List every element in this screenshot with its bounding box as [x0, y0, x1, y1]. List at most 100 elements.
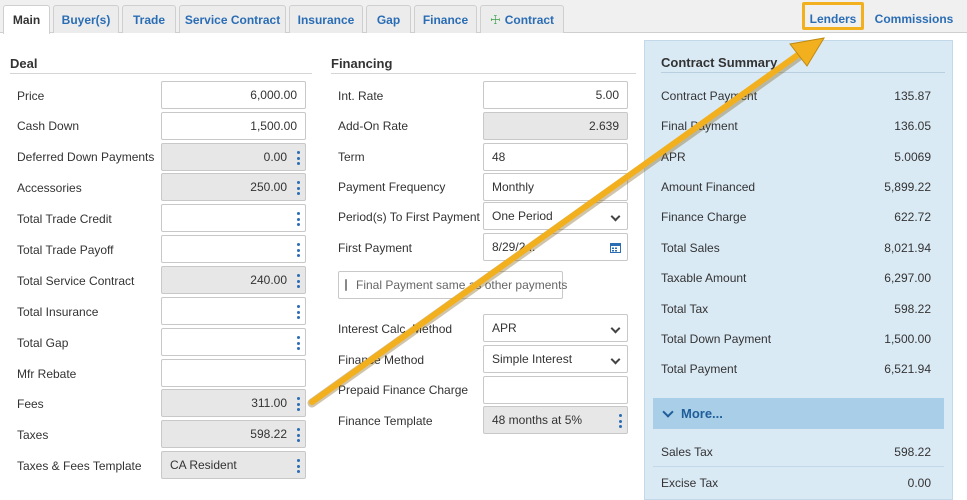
interest-calc-method-select[interactable]: APR	[483, 314, 628, 342]
excise-tax-value: 0.00	[907, 476, 931, 490]
more-options-icon[interactable]	[618, 414, 622, 428]
mfr-rebate-input[interactable]	[161, 359, 306, 387]
handshake-icon: ☩	[489, 12, 501, 27]
apr-value: 5.0069	[894, 150, 931, 164]
tab-service-contract[interactable]: Service Contract	[179, 5, 286, 33]
accessories-field[interactable]: 250.00	[161, 173, 306, 201]
sales-tax-label: Sales Tax	[661, 445, 713, 459]
tab-insurance-label: Insurance	[297, 12, 355, 27]
total-trade-credit-field[interactable]	[161, 204, 306, 232]
term-value: 48	[492, 150, 506, 164]
cash-down-input[interactable]: 1,500.00	[161, 112, 306, 140]
periods-to-first-payment-select[interactable]: One Period	[483, 202, 628, 230]
total-tax-label: Total Tax	[661, 302, 709, 316]
contract-payment-value: 135.87	[894, 89, 931, 103]
more-options-icon[interactable]	[296, 428, 300, 442]
taxes-value: 598.22	[250, 427, 287, 441]
calendar-icon[interactable]	[610, 242, 621, 253]
more-options-icon[interactable]	[296, 243, 300, 257]
add-on-rate-value: 2.639	[588, 119, 619, 133]
tab-commissions-label: Commissions	[874, 12, 954, 26]
contract-summary-title: Contract Summary	[661, 55, 945, 73]
total-sales-label: Total Sales	[661, 241, 720, 255]
finance-charge-label: Finance Charge	[661, 210, 747, 224]
chevron-down-icon	[662, 405, 674, 418]
finance-charge-value: 622.72	[894, 210, 931, 224]
final-payment-value: 136.05	[894, 119, 931, 133]
add-on-rate-label: Add-On Rate	[338, 119, 409, 133]
taxable-amount-value: 6,297.00	[884, 271, 931, 285]
tab-lenders[interactable]: Lenders	[804, 5, 862, 33]
more-options-icon[interactable]	[296, 274, 300, 288]
taxes-field[interactable]: 598.22	[161, 420, 306, 448]
mfr-rebate-label: Mfr Rebate	[17, 367, 77, 381]
more-options-icon[interactable]	[296, 212, 300, 226]
taxes-fees-template-label: Taxes & Fees Template	[17, 459, 142, 473]
finance-template-field[interactable]: 48 months at 5%	[483, 406, 628, 434]
cash-down-value: 1,500.00	[250, 119, 297, 133]
int-rate-input[interactable]: 5.00	[483, 81, 628, 109]
tab-lenders-label: Lenders	[809, 12, 857, 26]
tab-insurance[interactable]: Insurance	[289, 5, 363, 33]
cash-down-label: Cash Down	[17, 119, 80, 133]
total-down-payment-label: Total Down Payment	[661, 332, 772, 346]
deferred-down-payments-value: 0.00	[263, 150, 287, 164]
taxes-label: Taxes	[17, 428, 49, 442]
prepaid-finance-charge-input[interactable]	[483, 376, 628, 404]
contract-payment-label: Contract Payment	[661, 89, 758, 103]
tab-commissions[interactable]: Commissions	[870, 5, 958, 33]
tab-finance[interactable]: Finance	[414, 5, 477, 33]
contract-summary-panel	[644, 40, 953, 500]
finance-method-value: Simple Interest	[492, 352, 573, 366]
tab-main[interactable]: Main	[3, 5, 50, 34]
finance-template-label: Finance Template	[338, 414, 433, 428]
first-payment-date-input[interactable]: 8/29/2...	[483, 233, 628, 261]
financing-section-title: Financing	[331, 56, 636, 74]
total-service-contract-value: 240.00	[250, 273, 287, 287]
total-service-contract-field[interactable]: 240.00	[161, 266, 306, 294]
fees-field[interactable]: 311.00	[161, 389, 306, 417]
price-input[interactable]: 6,000.00	[161, 81, 306, 109]
first-payment-value: 8/29/2...	[492, 240, 536, 254]
more-toggle-button[interactable]: More...	[653, 398, 944, 429]
deferred-down-payments-field[interactable]: 0.00	[161, 143, 306, 171]
deferred-down-payments-label: Deferred Down Payments	[17, 150, 155, 164]
total-insurance-label: Total Insurance	[17, 305, 99, 319]
payment-frequency-input[interactable]: Monthly	[483, 173, 628, 201]
final-payment-same-checkbox[interactable]	[345, 279, 347, 291]
sales-tax-value: 598.22	[894, 445, 931, 459]
more-options-icon[interactable]	[296, 397, 300, 411]
tab-gap-label: Gap	[376, 12, 401, 27]
more-options-icon[interactable]	[296, 181, 300, 195]
int-rate-label: Int. Rate	[338, 89, 384, 103]
tab-buyers[interactable]: Buyer(s)	[53, 5, 119, 33]
interest-calc-method-value: APR	[492, 321, 517, 335]
int-rate-value: 5.00	[595, 88, 619, 102]
total-insurance-field[interactable]	[161, 297, 306, 325]
tab-bar: Main Buyer(s) Trade Service Contract Ins…	[0, 0, 967, 34]
finance-method-select[interactable]: Simple Interest	[483, 345, 628, 373]
excise-tax-label: Excise Tax	[661, 476, 719, 490]
total-trade-payoff-field[interactable]	[161, 235, 306, 263]
total-down-payment-value: 1,500.00	[884, 332, 931, 346]
total-payment-label: Total Payment	[661, 362, 738, 376]
term-label: Term	[338, 150, 365, 164]
add-on-rate-field: 2.639	[483, 112, 628, 140]
more-options-icon[interactable]	[296, 151, 300, 165]
tab-trade[interactable]: Trade	[122, 5, 176, 33]
more-options-icon[interactable]	[296, 459, 300, 473]
amount-financed-value: 5,899.22	[884, 180, 931, 194]
tab-buyers-label: Buyer(s)	[61, 12, 111, 27]
periods-to-first-payment-value: One Period	[492, 209, 553, 223]
accessories-value: 250.00	[250, 180, 287, 194]
more-options-icon[interactable]	[296, 305, 300, 319]
total-gap-field[interactable]	[161, 328, 306, 356]
taxes-fees-template-field[interactable]: CA Resident	[161, 451, 306, 479]
tab-contract[interactable]: ☩ Contract	[480, 5, 564, 33]
tab-main-label: Main	[12, 13, 41, 27]
final-payment-same-label: Final Payment same as other payments	[356, 278, 568, 292]
more-options-icon[interactable]	[296, 336, 300, 350]
tab-gap[interactable]: Gap	[366, 5, 411, 33]
term-input[interactable]: 48	[483, 143, 628, 171]
final-payment-same-checkbox-row[interactable]: Final Payment same as other payments	[338, 271, 567, 299]
